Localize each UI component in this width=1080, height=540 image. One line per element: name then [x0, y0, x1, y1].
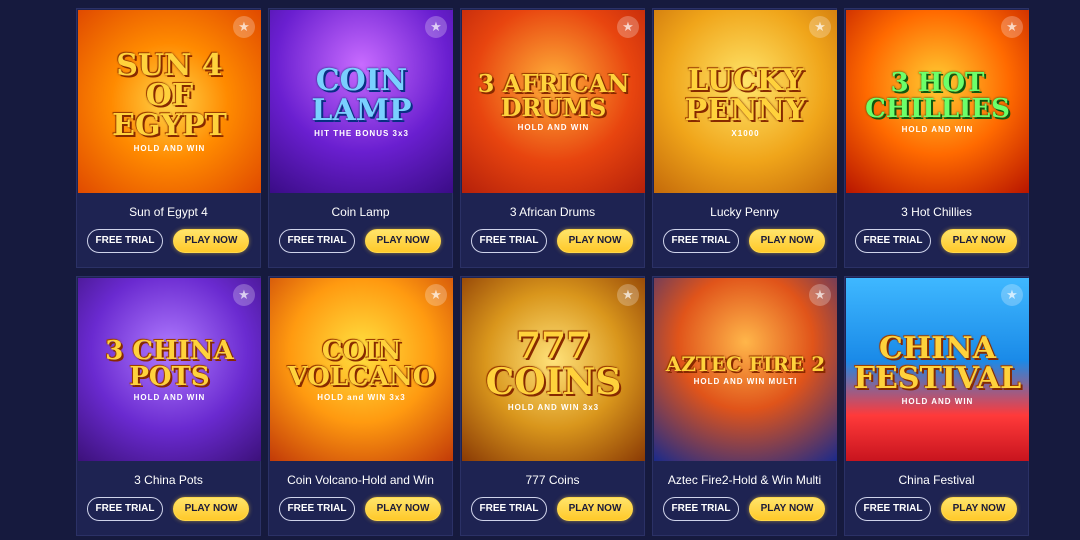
game-thumbnail[interactable]: SUN 4 OF EGYPT HOLD AND WIN ★ — [78, 10, 261, 193]
free-trial-button[interactable]: FREE TRIAL — [855, 229, 931, 253]
favorite-star-icon[interactable]: ★ — [809, 284, 831, 306]
game-thumbnail[interactable]: 3 AFRICAN DRUMS HOLD AND WIN ★ — [462, 10, 645, 193]
play-now-button[interactable]: PLAY NOW — [173, 497, 249, 521]
free-trial-button[interactable]: FREE TRIAL — [663, 497, 739, 521]
game-card: 3 AFRICAN DRUMS HOLD AND WIN ★ 3 African… — [460, 8, 645, 268]
game-art-subtitle: HOLD AND WIN — [133, 392, 206, 402]
game-art-title: LUCKY PENNY X1000 — [684, 62, 807, 138]
play-now-button[interactable]: PLAY NOW — [749, 229, 825, 253]
favorite-star-icon[interactable]: ★ — [617, 16, 639, 38]
play-now-button[interactable]: PLAY NOW — [365, 229, 441, 253]
game-art-subtitle: HOLD and WIN 3x3 — [317, 392, 406, 402]
game-title: 3 China Pots — [134, 473, 203, 487]
free-trial-button[interactable]: FREE TRIAL — [855, 497, 931, 521]
game-art-title: AZTEC FIRE 2 HOLD AND WIN MULTI — [665, 351, 826, 386]
play-now-button[interactable]: PLAY NOW — [365, 497, 441, 521]
play-now-button[interactable]: PLAY NOW — [749, 497, 825, 521]
play-now-button[interactable]: PLAY NOW — [557, 497, 633, 521]
game-title: Aztec Fire2-Hold & Win Multi — [667, 473, 822, 487]
game-art-subtitle: X1000 — [731, 128, 760, 138]
favorite-star-icon[interactable]: ★ — [617, 284, 639, 306]
favorite-star-icon[interactable]: ★ — [233, 16, 255, 38]
game-card: AZTEC FIRE 2 HOLD AND WIN MULTI ★ Aztec … — [652, 276, 837, 536]
play-now-button[interactable]: PLAY NOW — [173, 229, 249, 253]
game-art-title: COIN VOLCANO HOLD and WIN 3x3 — [287, 335, 436, 402]
game-card: 777 COINS HOLD AND WIN 3x3 ★ 777 Coins F… — [460, 276, 645, 536]
game-title: China Festival — [898, 473, 975, 487]
game-title: Sun of Egypt 4 — [129, 205, 208, 219]
game-title: Coin Volcano-Hold and Win — [287, 473, 434, 487]
play-now-button[interactable]: PLAY NOW — [941, 497, 1017, 521]
game-thumbnail[interactable]: 3 HOT CHILLIES HOLD AND WIN ★ — [846, 10, 1029, 193]
game-art-title: 3 CHINA POTS HOLD AND WIN — [105, 335, 234, 402]
free-trial-button[interactable]: FREE TRIAL — [663, 229, 739, 253]
game-thumbnail[interactable]: AZTEC FIRE 2 HOLD AND WIN MULTI ★ — [654, 278, 837, 461]
free-trial-button[interactable]: FREE TRIAL — [471, 229, 547, 253]
free-trial-button[interactable]: FREE TRIAL — [279, 497, 355, 521]
free-trial-button[interactable]: FREE TRIAL — [471, 497, 547, 521]
free-trial-button[interactable]: FREE TRIAL — [87, 229, 163, 253]
game-art-subtitle: HOLD AND WIN — [133, 143, 206, 153]
game-art-title: 3 AFRICAN DRUMS HOLD AND WIN — [477, 68, 630, 132]
game-art-title: COIN LAMP HIT THE BONUS 3x3 — [311, 62, 412, 138]
game-art-subtitle: HOLD AND WIN — [901, 396, 974, 406]
game-title: 3 African Drums — [509, 205, 596, 219]
game-title: 777 Coins — [525, 473, 580, 487]
game-card: 3 HOT CHILLIES HOLD AND WIN ★ 3 Hot Chil… — [844, 8, 1029, 268]
games-grid: SUN 4 OF EGYPT HOLD AND WIN ★ Sun of Egy… — [76, 8, 1029, 536]
favorite-star-icon[interactable]: ★ — [809, 16, 831, 38]
game-card: 3 CHINA POTS HOLD AND WIN ★ 3 China Pots… — [76, 276, 261, 536]
game-title: Lucky Penny — [710, 205, 779, 219]
play-now-button[interactable]: PLAY NOW — [557, 229, 633, 253]
game-art-subtitle: HOLD AND WIN — [901, 124, 974, 134]
play-now-button[interactable]: PLAY NOW — [941, 229, 1017, 253]
game-card: CHINA FESTIVAL HOLD AND WIN ★ China Fest… — [844, 276, 1029, 536]
game-thumbnail[interactable]: LUCKY PENNY X1000 ★ — [654, 10, 837, 193]
game-art-subtitle: HIT THE BONUS 3x3 — [314, 128, 409, 138]
game-thumbnail[interactable]: COIN LAMP HIT THE BONUS 3x3 ★ — [270, 10, 453, 193]
favorite-star-icon[interactable]: ★ — [425, 16, 447, 38]
game-art-title: 3 HOT CHILLIES HOLD AND WIN — [865, 67, 1010, 134]
favorite-star-icon[interactable]: ★ — [1001, 284, 1023, 306]
game-thumbnail[interactable]: COIN VOLCANO HOLD and WIN 3x3 ★ — [270, 278, 453, 461]
game-art-subtitle: HOLD AND WIN — [517, 122, 590, 132]
free-trial-button[interactable]: FREE TRIAL — [87, 497, 163, 521]
game-art-subtitle: HOLD AND WIN 3x3 — [507, 402, 600, 412]
game-title: Coin Lamp — [331, 205, 390, 219]
game-art-title: 777 COINS HOLD AND WIN 3x3 — [485, 324, 622, 412]
game-card: SUN 4 OF EGYPT HOLD AND WIN ★ Sun of Egy… — [76, 8, 261, 268]
favorite-star-icon[interactable]: ★ — [233, 284, 255, 306]
game-art-title: SUN 4 OF EGYPT HOLD AND WIN — [112, 47, 227, 153]
game-title: 3 Hot Chillies — [901, 205, 972, 219]
game-art-subtitle: HOLD AND WIN MULTI — [693, 376, 798, 386]
game-card: LUCKY PENNY X1000 ★ Lucky Penny FREE TRI… — [652, 8, 837, 268]
favorite-star-icon[interactable]: ★ — [1001, 16, 1023, 38]
game-thumbnail[interactable]: 777 COINS HOLD AND WIN 3x3 ★ — [462, 278, 645, 461]
game-card: COIN VOLCANO HOLD and WIN 3x3 ★ Coin Vol… — [268, 276, 453, 536]
free-trial-button[interactable]: FREE TRIAL — [279, 229, 355, 253]
game-card: COIN LAMP HIT THE BONUS 3x3 ★ Coin Lamp … — [268, 8, 453, 268]
game-thumbnail[interactable]: 3 CHINA POTS HOLD AND WIN ★ — [78, 278, 261, 461]
favorite-star-icon[interactable]: ★ — [425, 284, 447, 306]
game-thumbnail[interactable]: CHINA FESTIVAL HOLD AND WIN ★ — [846, 278, 1029, 461]
game-art-title: CHINA FESTIVAL HOLD AND WIN — [853, 330, 1022, 406]
